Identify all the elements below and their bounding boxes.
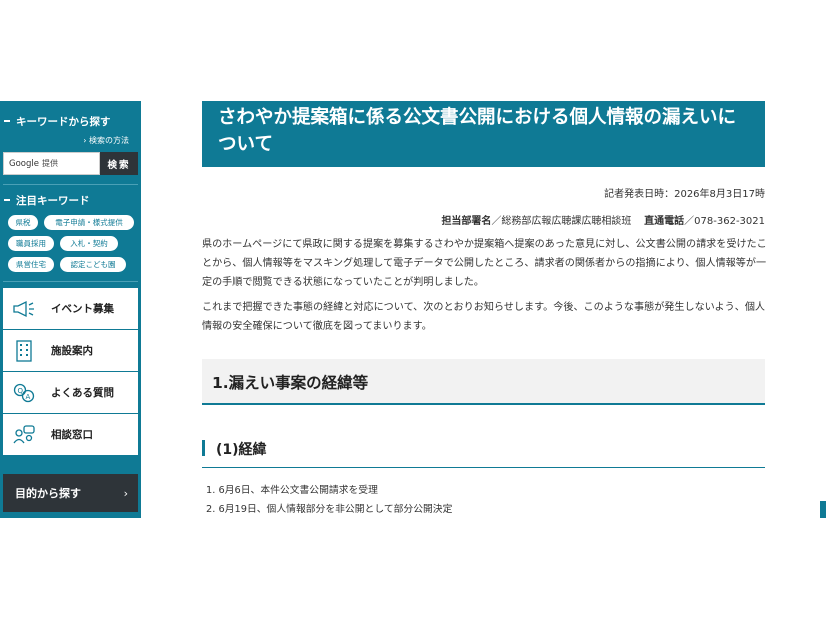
browser-viewport: キーワードから探す › 検索の方法 Google 提供 検索 注目キーワード 県… xyxy=(0,101,826,518)
menu-item-events-label: イベント募集 xyxy=(51,303,114,315)
search-help-link[interactable]: › 検索の方法 xyxy=(83,135,129,146)
phone-label: 直通電話 xyxy=(644,216,685,227)
subsection-heading: (1)経緯 xyxy=(202,437,765,468)
dash-icon xyxy=(4,199,10,201)
sidebar: キーワードから探す › 検索の方法 Google 提供 検索 注目キーワード 県… xyxy=(0,101,141,518)
department-value: ／総務部広報広聴課広聴相談班 xyxy=(491,216,632,227)
chevron-right-icon: › xyxy=(123,486,128,500)
featured-keywords-heading: 注目キーワード xyxy=(0,193,90,207)
press-release-date: 記者発表日時：2026年8月3日17時 xyxy=(604,189,765,200)
search-by-purpose-label: 目的から探す xyxy=(15,487,81,500)
menu-item-faq-label: よくある質問 xyxy=(51,387,114,399)
department-label: 担当部署名 xyxy=(441,216,492,227)
list-item: 1. 6月6日、本件公文書公開請求を受理 xyxy=(206,485,378,496)
section-heading-text: 1.漏えい事案の経緯等 xyxy=(212,374,369,392)
menu-item-faq[interactable]: QA よくある質問 xyxy=(3,372,138,414)
consultation-icon xyxy=(12,424,36,446)
notice-paragraph: これまで把握できた事態の経緯と対応について、次のとおりお知らせします。今後、この… xyxy=(202,302,766,332)
svg-text:A: A xyxy=(26,393,31,401)
department-info: 担当部署名／総務部広報広聴課広聴相談班 直通電話／078-362-3021 xyxy=(441,212,765,227)
google-label: Google xyxy=(9,158,39,169)
tag-e-application[interactable]: 電子申請・様式提供 xyxy=(44,215,134,230)
tag-kenzei[interactable]: 県税 xyxy=(8,215,38,230)
building-icon xyxy=(12,339,36,362)
keyword-search-heading-label: キーワードから探す xyxy=(16,115,111,128)
divider xyxy=(3,184,138,185)
phone-value: ／078-362-3021 xyxy=(684,216,765,227)
timeline-list: 1. 6月6日、本件公文書公開請求を受理 2. 6月19日、個人情報部分を非公開… xyxy=(206,481,452,518)
tag-public-housing[interactable]: 県営住宅 xyxy=(8,257,54,272)
heading-accent-bar xyxy=(202,440,205,456)
menu-item-facilities[interactable]: 施設案内 xyxy=(3,330,138,372)
scrollbar-edge xyxy=(820,501,826,518)
menu-item-consultation[interactable]: 相談窓口 xyxy=(3,414,138,456)
tag-recruitment[interactable]: 職員採用 xyxy=(8,236,54,251)
search-button[interactable]: 検索 xyxy=(100,152,138,175)
page-title-bar: さわやか提案箱に係る公文書公開における個人情報の漏えいについて xyxy=(202,101,765,167)
tag-bidding[interactable]: 入札・契約 xyxy=(60,236,118,251)
list-item: 2. 6月19日、個人情報部分を非公開として部分公開決定 xyxy=(206,504,453,515)
featured-keywords-heading-label: 注目キーワード xyxy=(16,194,90,207)
quick-menu: イベント募集 施設案内 QA よくある質問 相談窓口 xyxy=(3,288,138,456)
menu-item-facilities-label: 施設案内 xyxy=(51,345,93,357)
google-suffix: 提供 xyxy=(41,159,58,168)
menu-item-events[interactable]: イベント募集 xyxy=(3,288,138,330)
section-heading: 1.漏えい事案の経緯等 xyxy=(202,359,765,405)
menu-item-consultation-label: 相談窓口 xyxy=(51,429,93,441)
qa-icon: QA xyxy=(12,382,36,404)
page-title: さわやか提案箱に係る公文書公開における個人情報の漏えいについて xyxy=(218,107,737,155)
divider xyxy=(3,281,138,282)
search-help-label: 検索の方法 xyxy=(89,136,129,145)
intro-paragraph: 県のホームページにて県政に関する提案を募集するさわやか提案箱へ提案のあった意見に… xyxy=(202,239,767,288)
tag-kodomoen[interactable]: 認定こども園 xyxy=(60,257,126,272)
dash-icon xyxy=(4,120,10,122)
search-box: Google 提供 検索 xyxy=(3,152,138,175)
subsection-heading-text: (1)経緯 xyxy=(216,442,267,458)
megaphone-icon xyxy=(12,298,36,320)
search-input[interactable]: Google 提供 xyxy=(3,152,100,175)
search-by-purpose-button[interactable]: 目的から探す › xyxy=(3,474,138,512)
keyword-search-heading: キーワードから探す xyxy=(0,114,111,128)
